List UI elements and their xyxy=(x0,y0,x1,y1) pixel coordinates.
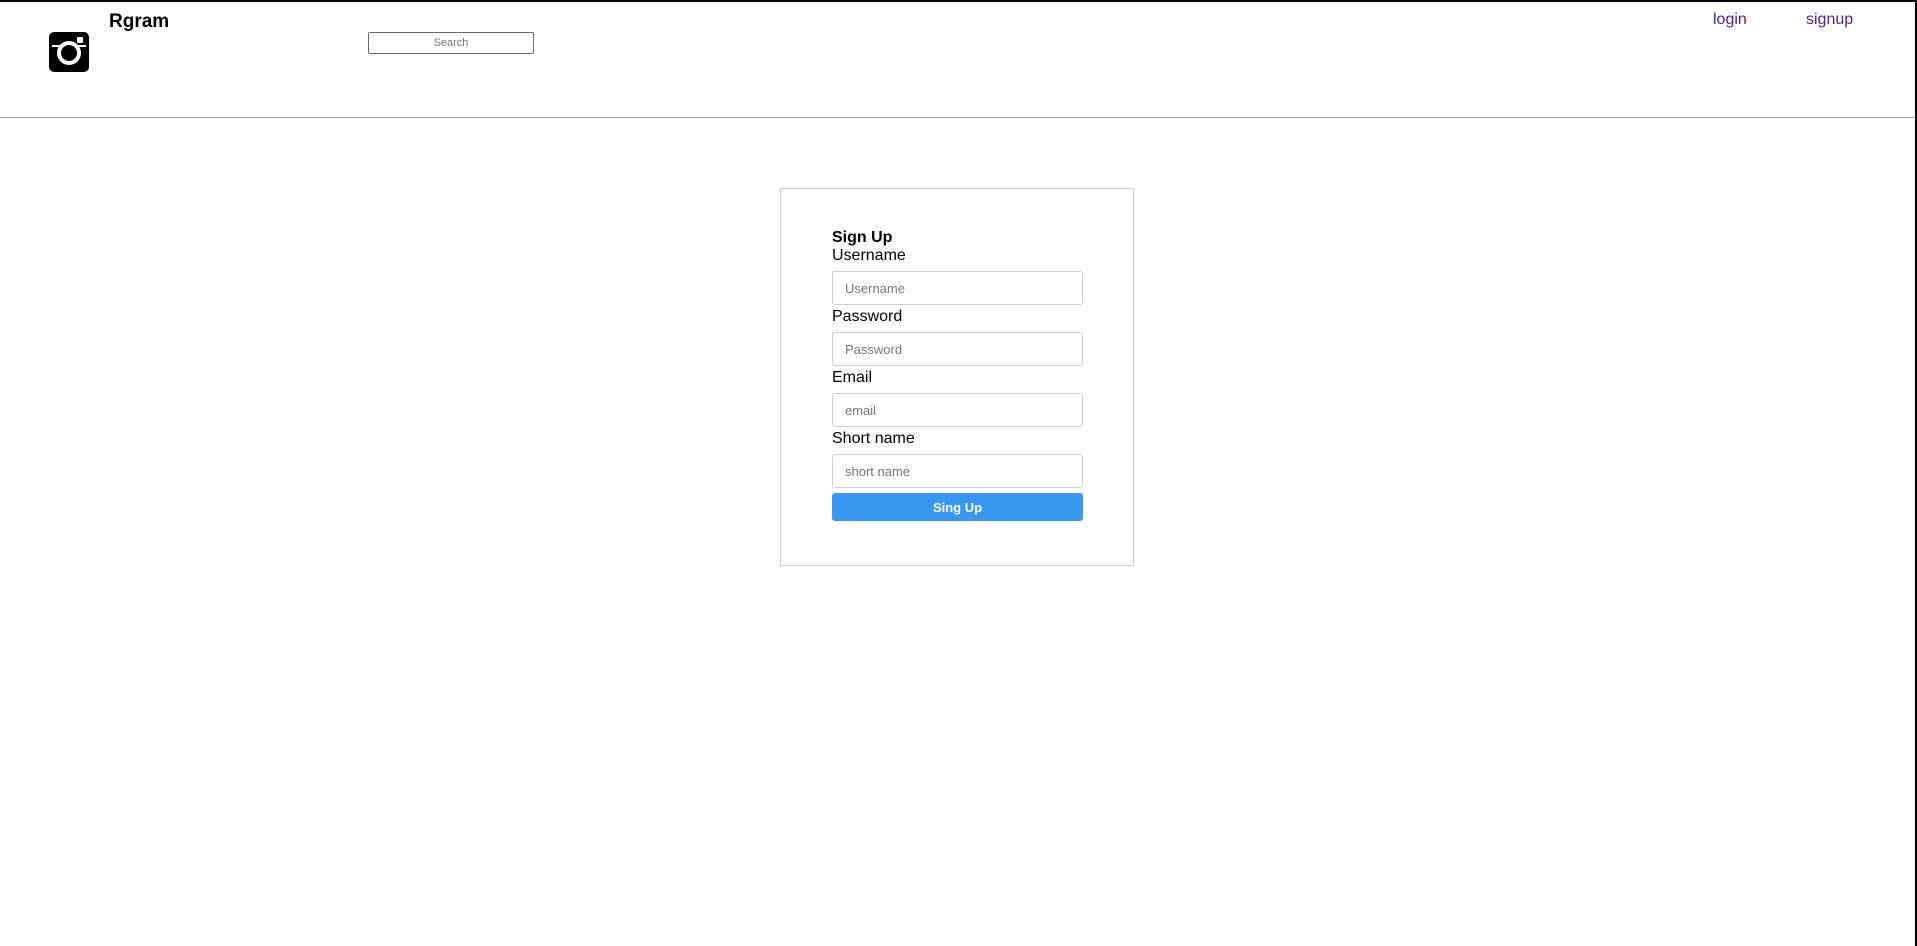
search-input[interactable] xyxy=(368,32,534,54)
signup-submit-button[interactable]: Sing Up xyxy=(832,493,1083,521)
short-name-field[interactable] xyxy=(832,454,1083,488)
signup-card: Sign Up Username Password Email Short na… xyxy=(780,188,1134,566)
username-field[interactable] xyxy=(832,271,1083,305)
password-field[interactable] xyxy=(832,332,1083,366)
camera-flash xyxy=(77,37,83,43)
signup-link[interactable]: signup xyxy=(1806,11,1853,29)
camera-lens xyxy=(57,41,81,65)
short-name-label: Short name xyxy=(832,430,915,447)
brand-title[interactable]: Rgram xyxy=(109,11,169,33)
email-label: Email xyxy=(832,369,873,386)
username-label: Username xyxy=(832,247,906,264)
header: Rgram login signup xyxy=(0,0,1915,118)
email-field[interactable] xyxy=(832,393,1083,427)
form-title: Sign Up xyxy=(832,229,893,246)
camera-icon[interactable] xyxy=(49,32,89,72)
password-label: Password xyxy=(832,308,903,325)
login-link[interactable]: login xyxy=(1713,11,1747,29)
